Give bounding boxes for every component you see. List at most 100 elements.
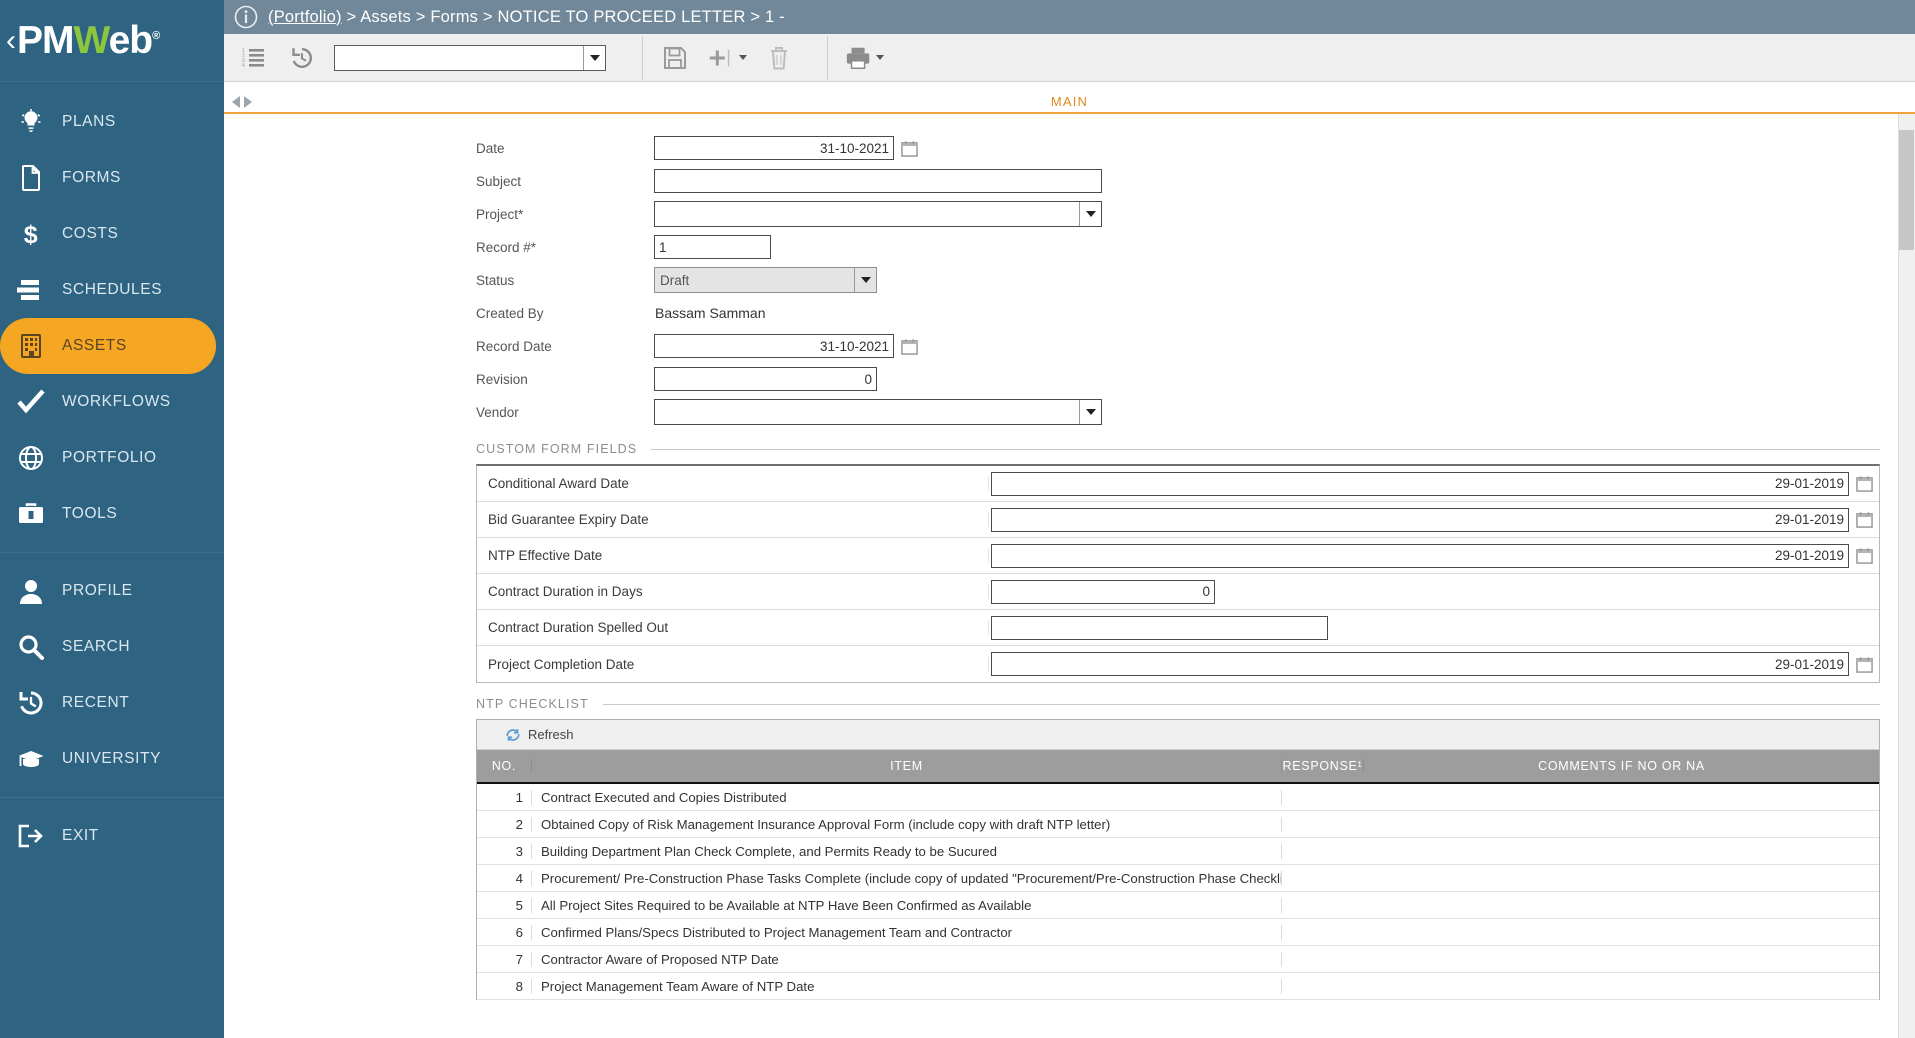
field-row-revision: Revision 0 <box>476 363 1915 395</box>
cell-no: 6 <box>477 925 532 940</box>
sidebar-item-label: SCHEDULES <box>62 281 162 299</box>
conditional-award-date-input[interactable]: 29-01-2019 <box>991 472 1849 496</box>
scroll-down-arrow[interactable] <box>1899 1023 1914 1038</box>
refresh-icon[interactable] <box>505 727 521 743</box>
table-row[interactable]: 8 Project Management Team Aware of NTP D… <box>477 973 1879 1000</box>
project-completion-date-input[interactable]: 29-01-2019 <box>991 652 1849 676</box>
tab-main[interactable]: MAIN <box>224 94 1915 109</box>
calendar-icon[interactable] <box>1856 511 1873 528</box>
contract-duration-spelled-out-input[interactable] <box>991 616 1328 640</box>
main-area: (Portfolio) > Assets > Forms > NOTICE TO… <box>224 0 1915 1038</box>
sidebar-item-costs[interactable]: $ COSTS <box>0 206 224 262</box>
column-header-item[interactable]: ITEM <box>532 759 1282 773</box>
chevron-down-icon[interactable] <box>854 268 876 292</box>
field-label: Status <box>476 273 654 288</box>
ntp-effective-date-input[interactable]: 29-01-2019 <box>991 544 1849 568</box>
field-label: Subject <box>476 174 654 189</box>
toolbar-divider-1 <box>642 36 643 80</box>
dollar-icon: $ <box>0 220 62 248</box>
custom-field-label: Bid Guarantee Expiry Date <box>477 512 989 527</box>
table-row[interactable]: 3 Building Department Plan Check Complet… <box>477 838 1879 865</box>
app-logo[interactable]: ‹ PMWeb® <box>0 0 224 82</box>
custom-field-label: Contract Duration Spelled Out <box>477 620 989 635</box>
history-icon[interactable] <box>278 36 326 80</box>
revision-input[interactable]: 0 <box>654 367 877 391</box>
record-date-input[interactable]: 31-10-2021 <box>654 334 894 358</box>
sidebar-item-recent[interactable]: RECENT <box>0 675 224 731</box>
chevron-down-icon[interactable] <box>1079 400 1101 424</box>
form-content: Date 31-10-2021 Subject Project* <box>224 114 1915 1038</box>
table-row[interactable]: 4 Procurement/ Pre-Construction Phase Ta… <box>477 865 1879 892</box>
toolbar: 1234 <box>224 34 1915 82</box>
calendar-icon[interactable] <box>1856 475 1873 492</box>
chevron-down-icon[interactable] <box>583 46 605 70</box>
sidebar-item-workflows[interactable]: WORKFLOWS <box>0 374 224 430</box>
scroll-up-arrow[interactable] <box>1899 114 1914 129</box>
chevron-down-icon[interactable] <box>739 55 747 60</box>
print-button[interactable] <box>836 36 892 80</box>
sidebar-item-label: PORTFOLIO <box>62 449 157 467</box>
refresh-button-label[interactable]: Refresh <box>528 727 574 742</box>
cell-no: 2 <box>477 817 532 832</box>
record-number-input[interactable]: 1 <box>654 235 771 259</box>
sidebar-divider-2 <box>0 797 224 798</box>
sidebar-item-label: PLANS <box>62 113 116 131</box>
sidebar-nav: PLANS FORMS $ COSTS SCHEDULES <box>0 82 224 1038</box>
toolbar-divider-2 <box>827 36 828 80</box>
table-row[interactable]: 7 Contractor Aware of Proposed NTP Date <box>477 946 1879 973</box>
sidebar-item-plans[interactable]: PLANS <box>0 94 224 150</box>
sidebar-item-exit[interactable]: EXIT <box>0 808 224 864</box>
sidebar-item-assets[interactable]: ASSETS <box>0 318 216 374</box>
logo-w: W <box>74 19 109 62</box>
save-icon[interactable] <box>651 36 699 80</box>
sidebar-item-label: ASSETS <box>62 337 127 355</box>
field-label: Record #* <box>476 240 654 255</box>
field-row-subject: Subject <box>476 165 1915 197</box>
calendar-icon[interactable] <box>901 140 918 157</box>
project-select[interactable] <box>654 201 1102 227</box>
lightbulb-icon <box>0 109 62 135</box>
table-row[interactable]: 2 Obtained Copy of Risk Management Insur… <box>477 811 1879 838</box>
chevron-down-icon[interactable] <box>1079 202 1101 226</box>
sidebar-item-label: FORMS <box>62 169 121 187</box>
sidebar-item-forms[interactable]: FORMS <box>0 150 224 206</box>
sidebar-item-search[interactable]: SEARCH <box>0 619 224 675</box>
section-title: CUSTOM FORM FIELDS <box>476 442 637 456</box>
scrollbar-thumb[interactable] <box>1899 130 1914 250</box>
table-row[interactable]: 5 All Project Sites Required to be Avail… <box>477 892 1879 919</box>
sidebar-item-profile[interactable]: PROFILE <box>0 563 224 619</box>
calendar-icon[interactable] <box>901 338 918 355</box>
contract-duration-days-input[interactable]: 0 <box>991 580 1215 604</box>
trash-icon[interactable] <box>755 36 803 80</box>
column-header-response[interactable]: RESPONSE¹ <box>1282 759 1364 773</box>
toolbar-record-select[interactable] <box>334 45 606 71</box>
sidebar-item-portfolio[interactable]: PORTFOLIO <box>0 430 224 486</box>
sidebar-item-university[interactable]: UNIVERSITY <box>0 731 224 787</box>
vertical-scrollbar[interactable] <box>1898 114 1915 1038</box>
calendar-icon[interactable] <box>1856 547 1873 564</box>
chevron-down-icon[interactable] <box>876 55 884 60</box>
status-select[interactable]: Draft <box>654 267 877 293</box>
sidebar-item-tools[interactable]: TOOLS <box>0 486 224 542</box>
section-header-custom-form-fields: CUSTOM FORM FIELDS <box>476 442 1915 456</box>
sidebar-collapse-icon[interactable]: ‹ <box>6 26 16 56</box>
history-icon <box>0 690 62 716</box>
info-icon[interactable] <box>234 5 258 29</box>
calendar-icon[interactable] <box>1856 656 1873 673</box>
sidebar-item-schedules[interactable]: SCHEDULES <box>0 262 224 318</box>
date-input[interactable]: 31-10-2021 <box>654 136 894 160</box>
table-row[interactable]: 6 Confirmed Plans/Specs Distributed to P… <box>477 919 1879 946</box>
bid-guarantee-expiry-date-input[interactable]: 29-01-2019 <box>991 508 1849 532</box>
table-row[interactable]: 1 Contract Executed and Copies Distribut… <box>477 784 1879 811</box>
subject-input[interactable] <box>654 169 1102 193</box>
column-header-no[interactable]: NO. <box>477 759 532 773</box>
custom-field-label: Conditional Award Date <box>477 476 989 491</box>
toolbox-icon <box>0 502 62 526</box>
breadcrumb-portfolio-link[interactable]: (Portfolio) <box>268 8 342 26</box>
column-header-comments[interactable]: COMMENTS IF NO OR NA <box>1364 759 1879 773</box>
vendor-select[interactable] <box>654 399 1102 425</box>
numbered-list-icon[interactable]: 1234 <box>230 36 278 80</box>
add-button[interactable] <box>699 36 755 80</box>
custom-field-row: Bid Guarantee Expiry Date 29-01-2019 <box>477 502 1879 538</box>
user-icon <box>0 578 62 604</box>
